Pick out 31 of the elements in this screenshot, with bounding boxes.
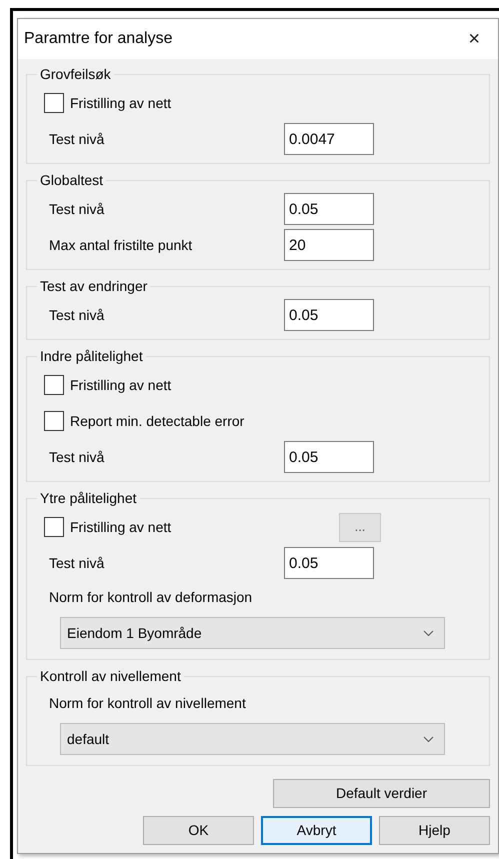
checkbox[interactable]: Fristilling av nett [44,516,284,538]
browse-button[interactable]: ... [339,512,381,542]
input-field[interactable]: 0.05 [284,441,374,473]
dialog-button[interactable]: OK [143,816,254,845]
group-title: Ytre pålitelighet [37,489,140,507]
default-values-button[interactable]: Default verdier [273,779,490,808]
checkbox[interactable]: Fristilling av nett [44,374,284,396]
input-field[interactable]: 20 [284,229,374,261]
input-field[interactable]: 0.05 [284,299,374,331]
checkbox[interactable]: Fristilling av nett [44,92,284,114]
dialog-button[interactable]: Avbryt [261,816,372,845]
dropdown[interactable]: Eiendom 1 Byområde [60,617,445,649]
group-title: Indre pålitelighet [37,347,146,365]
chevron-down-icon [423,630,434,636]
field-label: Test nivå [49,448,106,466]
field-label: Test nivå [49,306,106,324]
window-title: Paramtre for analyse [24,29,173,49]
field-label: Test nivå [49,554,106,572]
chevron-down-icon [423,736,434,742]
field-label: Test nivå [49,200,106,218]
field-label: Test nivå [49,130,106,148]
checkbox[interactable]: Report min. detectable error [44,410,284,432]
input-field[interactable]: 0.0047 [284,123,374,155]
field-label: Norm for kontroll av deformasjon [49,588,252,607]
close-button[interactable]: × [464,29,484,49]
field-label: Max antal fristilte punkt [49,236,194,255]
input-field[interactable]: 0.05 [284,547,374,579]
field-label: Norm for kontroll av nivellement [49,694,246,712]
dropdown[interactable]: default [60,723,445,755]
input-field[interactable]: 0.05 [284,193,374,225]
dialog-button[interactable]: Hjelp [379,816,490,845]
